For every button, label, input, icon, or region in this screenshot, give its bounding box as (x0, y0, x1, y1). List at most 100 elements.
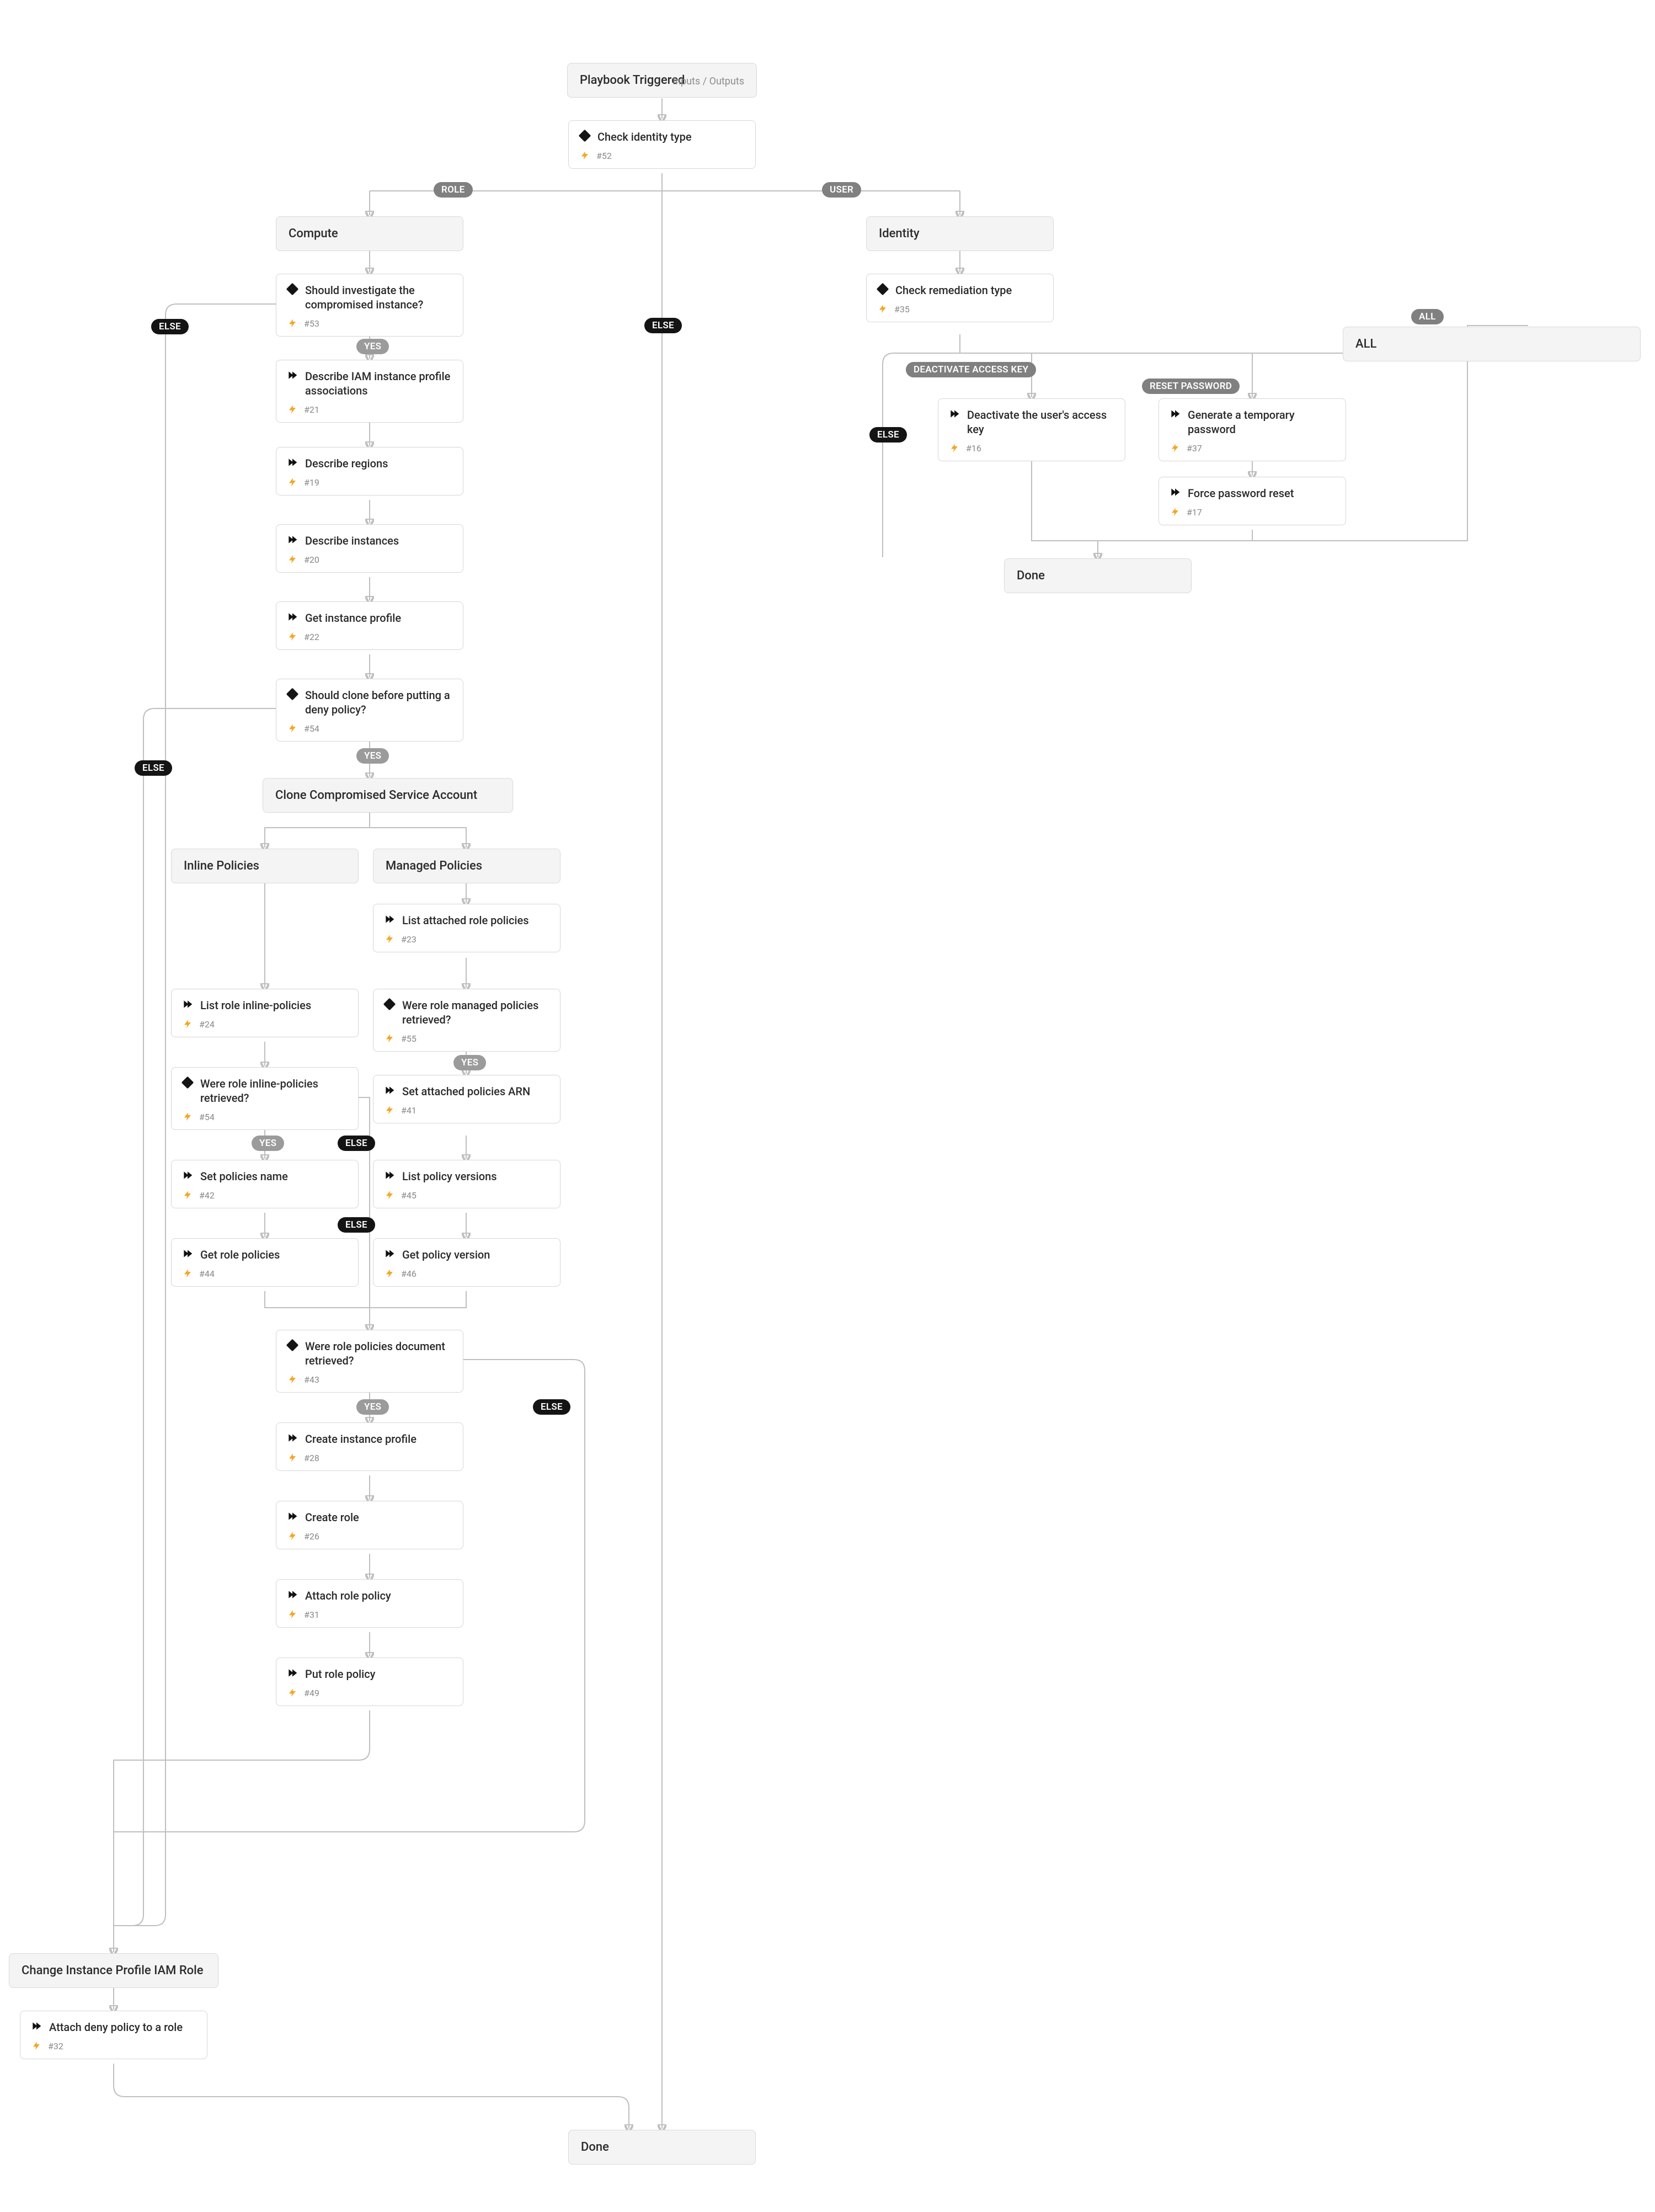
task-id: #37 (1187, 443, 1202, 454)
bolt-icon (877, 303, 889, 315)
task-id: #49 (304, 1688, 319, 1698)
done-identity: Done (1004, 558, 1192, 593)
task-list-policy-versions[interactable]: List policy versions #45 (373, 1160, 560, 1208)
done-label: Done (581, 2140, 609, 2154)
chevron-icon (286, 611, 298, 623)
done-label: Done (1017, 569, 1045, 583)
chevron-icon (286, 534, 298, 546)
diamond-icon (579, 130, 591, 142)
task-id: #55 (401, 1033, 417, 1044)
task-id: #26 (304, 1531, 319, 1542)
task-id: #23 (401, 934, 417, 945)
task-id: #53 (304, 318, 319, 329)
task-attach-deny[interactable]: Attach deny policy to a role #32 (20, 2011, 207, 2059)
task-title: Create role (305, 1510, 359, 1525)
task-id: #16 (966, 443, 981, 454)
badge-else: ELSE (533, 1399, 570, 1415)
task-were-inline[interactable]: Were role inline-policies retrieved? #54 (171, 1067, 359, 1130)
section-label: Inline Policies (184, 859, 259, 873)
task-set-policies-name[interactable]: Set policies name #42 (171, 1160, 359, 1208)
inputs-outputs-link[interactable]: Inputs / Outputs (672, 76, 744, 87)
badge-else: ELSE (338, 1217, 375, 1233)
task-set-attached-arn[interactable]: Set attached policies ARN #41 (373, 1075, 560, 1123)
badge-else: ELSE (135, 760, 172, 776)
task-get-policy-version[interactable]: Get policy version #46 (373, 1238, 560, 1287)
task-title: Were role policies document retrieved? (305, 1339, 453, 1368)
task-should-investigate[interactable]: Should investigate the compromised insta… (276, 274, 463, 337)
diamond-icon (286, 688, 298, 700)
bolt-icon (383, 1267, 396, 1280)
task-id: #28 (304, 1453, 319, 1463)
task-title: Attach role policy (305, 1589, 391, 1603)
diamond-icon (286, 1339, 298, 1351)
diamond-icon (877, 283, 889, 295)
branch-role: ROLE (434, 182, 473, 198)
section-label: Compute (289, 227, 338, 241)
task-id: #41 (401, 1105, 417, 1116)
task-id: #24 (199, 1019, 215, 1030)
task-force-reset[interactable]: Force password reset #17 (1158, 477, 1346, 525)
task-title: Should clone before putting a deny polic… (305, 688, 453, 717)
task-attach-role-policy[interactable]: Attach role policy #31 (276, 1579, 463, 1628)
task-title: List attached role policies (402, 913, 528, 928)
bolt-icon (286, 631, 298, 643)
bolt-icon (181, 1189, 194, 1201)
task-were-managed[interactable]: Were role managed policies retrieved? #5… (373, 989, 560, 1052)
bolt-icon (383, 1189, 396, 1201)
task-put-role-policy[interactable]: Put role policy #49 (276, 1657, 463, 1706)
task-describe-regions[interactable]: Describe regions #19 (276, 447, 463, 495)
task-describe-assoc[interactable]: Describe IAM instance profile associatio… (276, 360, 463, 423)
task-id: #21 (304, 404, 319, 415)
task-title: Put role policy (305, 1667, 375, 1681)
section-identity: Identity (866, 216, 1054, 251)
task-check-remediation[interactable]: Check remediation type #35 (866, 274, 1054, 322)
badge-yes: YES (356, 339, 389, 354)
task-get-instance-profile[interactable]: Get instance profile #22 (276, 601, 463, 650)
task-were-docs[interactable]: Were role policies document retrieved? #… (276, 1330, 463, 1393)
section-label: ALL (1355, 337, 1376, 351)
chevron-icon (383, 913, 396, 925)
chevron-icon (286, 369, 298, 381)
task-title: Check remediation type (895, 283, 1012, 297)
bolt-icon (286, 317, 298, 329)
task-title: Get instance profile (305, 611, 401, 625)
task-gen-password[interactable]: Generate a temporary password #37 (1158, 398, 1346, 461)
task-id: #32 (48, 2041, 63, 2051)
start-title: Playbook Triggered (580, 73, 685, 87)
task-title: Should investigate the compromised insta… (305, 283, 453, 312)
bolt-icon (383, 1104, 396, 1116)
task-list-attached[interactable]: List attached role policies #23 (373, 904, 560, 952)
task-title: Generate a temporary password (1188, 408, 1336, 436)
task-id: #19 (304, 477, 319, 488)
chevron-icon (286, 1510, 298, 1522)
task-create-role[interactable]: Create role #26 (276, 1501, 463, 1549)
chevron-icon (286, 1589, 298, 1601)
task-id: #52 (596, 151, 612, 161)
task-id: #20 (304, 555, 319, 565)
badge-else: ELSE (151, 319, 189, 334)
task-deactivate-key[interactable]: Deactivate the user's access key #16 (938, 398, 1125, 461)
task-describe-instances[interactable]: Describe instances #20 (276, 524, 463, 573)
bolt-icon (383, 1032, 396, 1044)
diamond-icon (383, 998, 396, 1010)
task-should-clone[interactable]: Should clone before putting a deny polic… (276, 679, 463, 742)
task-check-identity[interactable]: Check identity type #52 (568, 120, 756, 169)
chevron-icon (181, 1248, 194, 1260)
task-get-role-policies[interactable]: Get role policies #44 (171, 1238, 359, 1287)
bolt-icon (579, 150, 591, 162)
chevron-icon (383, 1084, 396, 1096)
badge-else: ELSE (869, 427, 907, 443)
bolt-icon (286, 722, 298, 734)
task-list-inline[interactable]: List role inline-policies #24 (171, 989, 359, 1037)
diamond-icon (181, 1076, 194, 1089)
section-label: Managed Policies (386, 859, 482, 873)
bolt-icon (1169, 442, 1181, 454)
chevron-icon (286, 1432, 298, 1444)
done-final: Done (568, 2130, 756, 2165)
task-title: List role inline-policies (200, 998, 311, 1012)
branch-all: ALL (1411, 309, 1444, 324)
task-id: #44 (199, 1268, 215, 1279)
branch-reset: RESET PASSWORD (1142, 379, 1240, 394)
bolt-icon (286, 1373, 298, 1385)
task-create-instance-profile[interactable]: Create instance profile #28 (276, 1422, 463, 1471)
